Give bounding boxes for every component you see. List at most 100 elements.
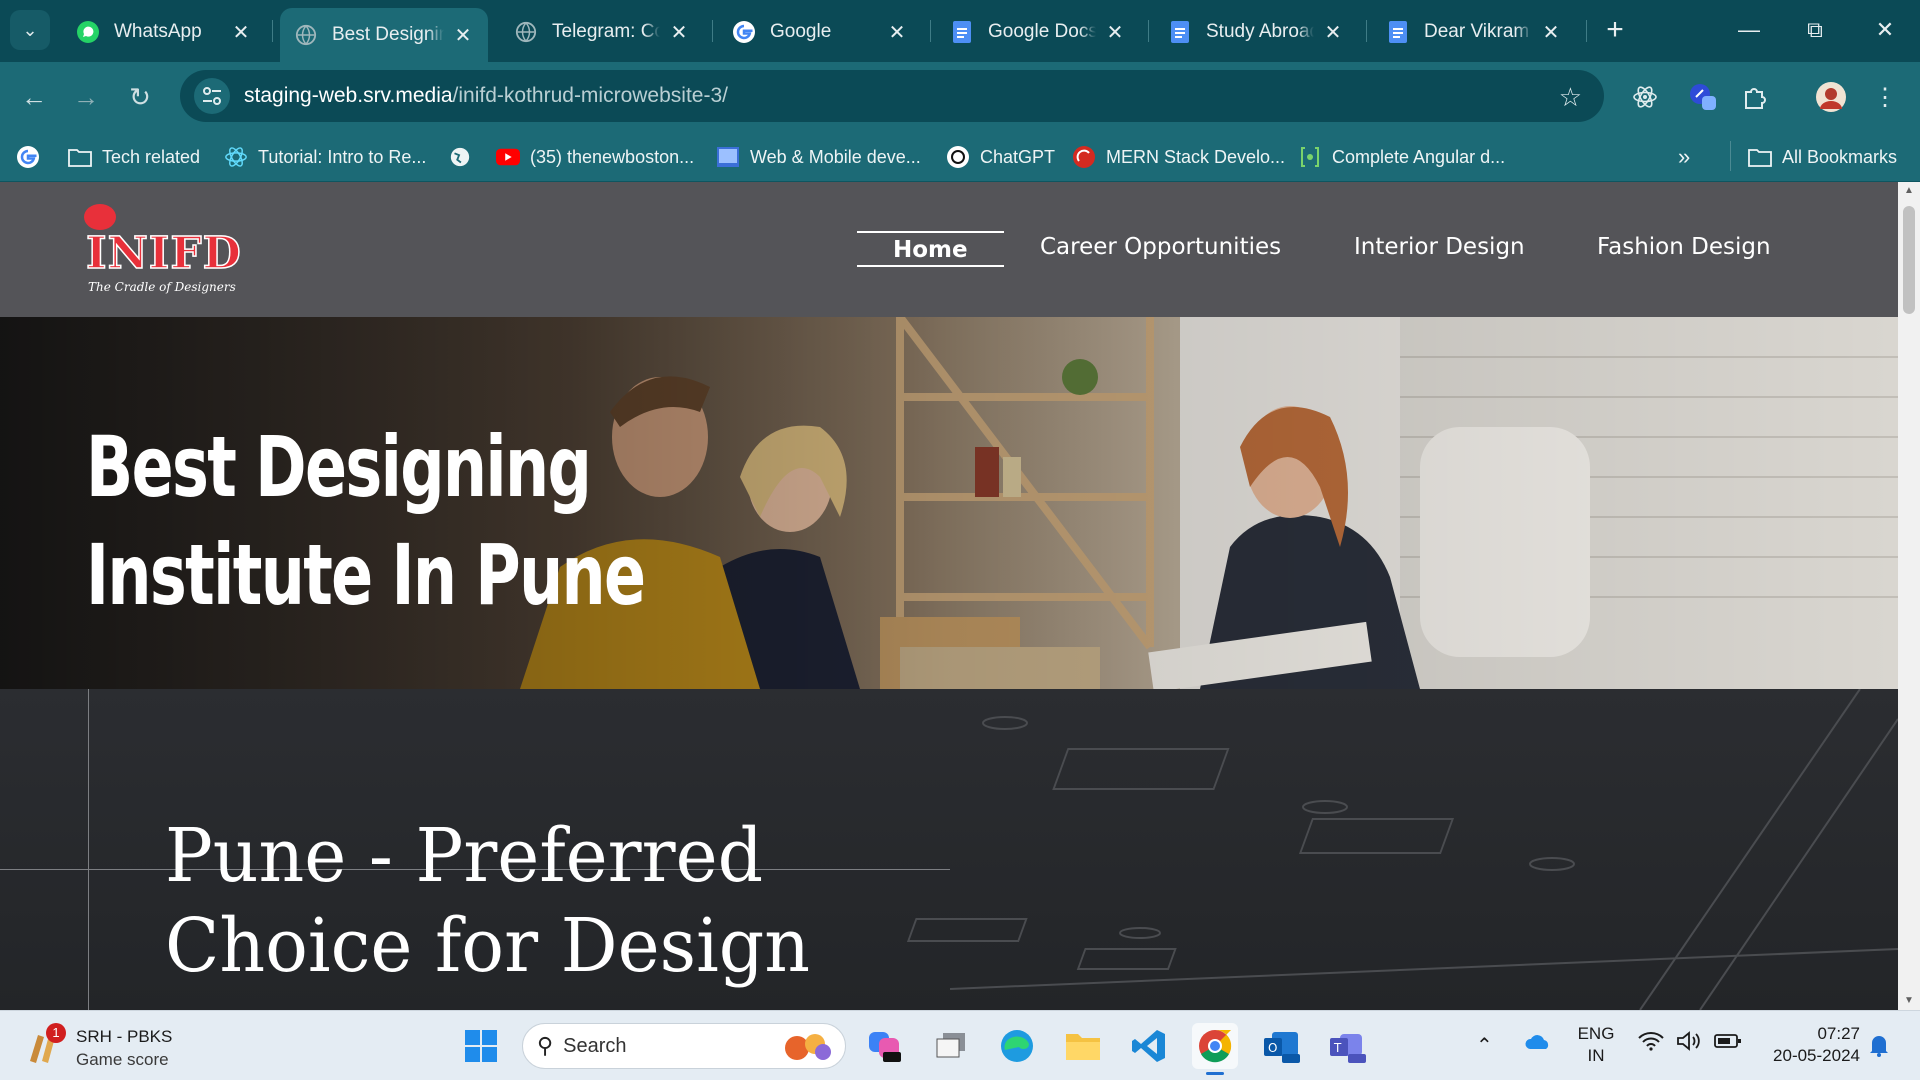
onedrive-icon[interactable] [1524, 1033, 1552, 1057]
docs-icon [1168, 20, 1192, 44]
close-icon[interactable]: ✕ [230, 20, 252, 45]
tab-telegram[interactable]: Telegram: Con ✕ [500, 8, 704, 56]
logo-tagline: The Cradle of Designers [88, 280, 236, 294]
vscode-icon [1132, 1030, 1165, 1062]
bookmark-google[interactable] [16, 141, 50, 173]
battery-icon[interactable] [1714, 1031, 1742, 1057]
task-view-app[interactable] [928, 1023, 974, 1069]
logo-wordmark: INIFD [85, 227, 242, 280]
globe-icon [448, 145, 472, 169]
restore-button[interactable]: ⧉ [1790, 10, 1840, 50]
nav-home[interactable]: Home [857, 231, 1004, 267]
tab-whatsapp[interactable]: WhatsApp ✕ [62, 8, 266, 56]
bookmark-web-mobile[interactable]: Web & Mobile deve... [716, 141, 921, 173]
bookmark-mern[interactable]: MERN Stack Develo... [1072, 141, 1285, 173]
scroll-down-icon[interactable]: ▼ [1898, 992, 1920, 1010]
bookmarks-bar: Tech related Tutorial: Intro to Re... (3… [0, 132, 1920, 182]
close-icon[interactable]: ✕ [886, 20, 908, 45]
hero-title-line1: Best Designing [86, 418, 592, 516]
chrome-app[interactable] [1192, 1023, 1238, 1075]
show-hidden-icons-button[interactable]: ⌃ [1476, 1035, 1493, 1057]
reload-button[interactable]: ↻ [120, 77, 160, 117]
nav-career-opportunities[interactable]: Career Opportunities [1040, 234, 1281, 260]
scroll-up-icon[interactable]: ▲ [1898, 182, 1920, 200]
bookmark-label: MERN Stack Develo... [1106, 146, 1286, 167]
chatgpt-icon [946, 145, 970, 169]
close-icon[interactable]: ✕ [452, 23, 474, 48]
arrow-left-icon: ← [21, 81, 47, 112]
page-scrollbar[interactable]: ▲ ▼ [1898, 182, 1920, 1010]
back-button[interactable]: ← [14, 77, 54, 117]
file-explorer-app[interactable] [1060, 1023, 1106, 1069]
site-logo[interactable]: INIFD The Cradle of Designers [84, 202, 244, 302]
bookmark-label: Web & Mobile deve... [750, 146, 921, 167]
forward-button[interactable]: → [66, 77, 106, 117]
close-icon[interactable]: ✕ [668, 20, 690, 45]
bookmark-tech-related[interactable]: Tech related [68, 141, 200, 173]
intro-section: Pune - Preferred Choice for Design [0, 689, 1898, 1010]
teams-icon: T [1330, 1034, 1366, 1063]
plus-icon: + [1606, 13, 1624, 46]
widgets-button[interactable]: 1 SRH - PBKS Game score [22, 1023, 222, 1071]
nav-interior-design[interactable]: Interior Design [1354, 234, 1525, 260]
wifi-icon[interactable] [1638, 1031, 1664, 1056]
kebab-menu-icon[interactable]: ⋮ [1866, 78, 1904, 116]
site-info-icon[interactable] [194, 78, 230, 114]
tab-google-docs[interactable]: Google Docs ✕ [936, 8, 1140, 56]
profile-avatar[interactable] [1812, 78, 1850, 116]
nav-fashion-design[interactable]: Fashion Design [1597, 234, 1771, 260]
bookmark-divider [1730, 141, 1731, 171]
copilot-app[interactable] [862, 1023, 908, 1069]
bookmark-star-icon[interactable]: ☆ [1559, 82, 1582, 113]
all-bookmarks-button[interactable]: All Bookmarks [1748, 141, 1897, 173]
tab-separator [1148, 20, 1149, 42]
tab-search-button[interactable]: ⌄ [10, 10, 50, 50]
site-header: INIFD The Cradle of Designers Home Caree… [0, 182, 1898, 317]
react-devtools-icon[interactable] [1626, 78, 1664, 116]
scrollbar-thumb[interactable] [1903, 206, 1915, 314]
language-indicator[interactable]: ENG IN [1576, 1023, 1616, 1067]
edge-app[interactable] [994, 1023, 1040, 1069]
tab-study-abroad[interactable]: Study Abroad ✕ [1154, 8, 1358, 56]
clock[interactable]: 07:27 20-05-2024 [1756, 1023, 1860, 1067]
close-icon[interactable]: ✕ [1540, 20, 1562, 45]
bookmarks-overflow-button[interactable]: » [1678, 141, 1690, 173]
page-viewport: INIFD The Cradle of Designers Home Caree… [0, 182, 1898, 1010]
vscode-app[interactable] [1126, 1023, 1172, 1069]
logo-dot [84, 204, 116, 230]
volume-icon[interactable] [1676, 1031, 1702, 1057]
new-tab-button[interactable]: + [1598, 14, 1632, 48]
start-button[interactable] [458, 1023, 504, 1069]
tab-title: WhatsApp [114, 21, 202, 42]
address-bar[interactable]: staging-web.srv.media/inifd-kothrud-micr… [180, 70, 1604, 122]
bookmark-tutorial[interactable]: Tutorial: Intro to Re... [224, 141, 426, 173]
tab-title: Best Designing [332, 24, 444, 45]
chevron-down-icon: ⌄ [22, 19, 38, 40]
close-icon[interactable]: ✕ [1322, 20, 1344, 45]
extensions-puzzle-icon[interactable] [1736, 78, 1774, 116]
clock-time: 07:27 [1817, 1024, 1860, 1043]
notifications-bell-icon[interactable] [1868, 1033, 1890, 1063]
teams-app[interactable]: T [1324, 1023, 1370, 1069]
extension-app-icon[interactable] [1684, 78, 1722, 116]
bookmark-angular[interactable]: Complete Angular d... [1298, 141, 1505, 173]
close-icon[interactable]: ✕ [1104, 20, 1126, 45]
url-text: staging-web.srv.media/inifd-kothrud-micr… [244, 84, 728, 108]
tab-best-designing[interactable]: Best Designing ✕ [280, 8, 488, 62]
minimize-button[interactable]: — [1724, 10, 1774, 50]
tab-title: Google Docs [988, 21, 1096, 42]
taskbar-search[interactable]: ⚲ Search [522, 1023, 846, 1069]
minimize-icon: — [1738, 17, 1760, 42]
bookmark-globe[interactable] [448, 141, 482, 173]
tab-google[interactable]: Google ✕ [718, 8, 922, 56]
bookmark-thenewboston[interactable]: (35) thenewboston... [496, 141, 694, 173]
outlook-app[interactable]: O [1258, 1023, 1304, 1069]
bookmark-label: Tech related [102, 146, 201, 167]
tab-title: Study Abroad [1206, 21, 1314, 42]
reload-icon: ↻ [129, 81, 151, 112]
chrome-icon [1199, 1029, 1232, 1063]
bookmark-chatgpt[interactable]: ChatGPT [946, 141, 1055, 173]
hero-title: Best Designing Institute In Pune [86, 413, 660, 629]
tab-dear-vikram[interactable]: Dear Vikram S ✕ [1372, 8, 1576, 56]
close-window-button[interactable]: ✕ [1860, 10, 1910, 50]
